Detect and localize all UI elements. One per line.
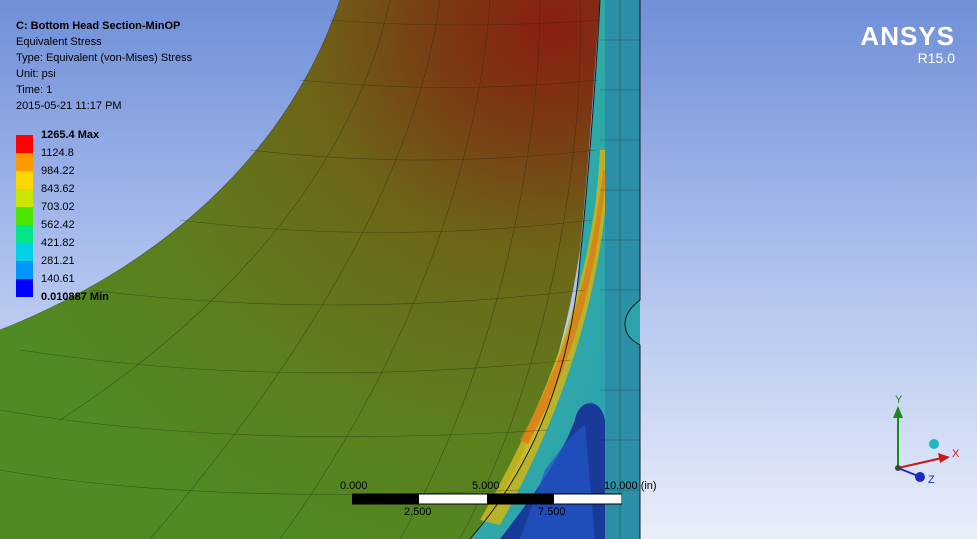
legend-swatch — [16, 207, 33, 225]
scale-ruler: 0.000 5.000 10.000 (in) 2.500 7.500 — [340, 480, 672, 520]
right-flange — [605, 0, 640, 539]
legend-value: 421.82 — [41, 237, 75, 249]
scale-label-0: 0.000 — [340, 480, 368, 492]
legend-swatch — [16, 243, 33, 261]
legend-swatch — [16, 189, 33, 207]
legend-value: 140.61 — [41, 273, 75, 285]
ansys-logo: ANSYS R15.0 — [860, 22, 955, 66]
legend-value: 843.62 — [41, 183, 75, 195]
result-info-block: C: Bottom Head Section-MinOP Equivalent … — [16, 18, 192, 114]
triad-graphic — [893, 406, 950, 482]
result-time: Time: 1 — [16, 84, 53, 96]
result-type: Type: Equivalent (von-Mises) Stress — [16, 52, 193, 64]
legend-value: 1124.8 — [41, 147, 74, 159]
legend-swatch — [16, 171, 33, 189]
legend-value: 984.22 — [41, 165, 75, 177]
legend-value: 703.02 — [41, 201, 75, 213]
result-quantity: Equivalent Stress — [16, 36, 102, 48]
brand-version: R15.0 — [917, 50, 955, 66]
legend-value: 281.21 — [41, 255, 75, 267]
scale-label-2-5: 2.500 — [404, 506, 432, 518]
scale-label-7-5: 7.500 — [538, 506, 566, 518]
legend-swatch — [16, 153, 33, 171]
legend-swatch — [16, 279, 33, 297]
result-date: 2015-05-21 11:17 PM — [16, 100, 122, 112]
axis-triad[interactable]: Y X Z — [884, 394, 964, 490]
legend-min-label: 0.010887 Min — [41, 291, 109, 303]
scale-bar — [352, 493, 622, 505]
scale-label-10: 10.000 (in) — [604, 480, 657, 492]
result-title: C: Bottom Head Section-MinOP — [16, 20, 181, 32]
triad-y-label: Y — [895, 394, 903, 406]
brand-name: ANSYS — [860, 21, 955, 51]
legend-max-label: 1265.4 Max — [41, 129, 100, 141]
legend-value: 562.42 — [41, 219, 75, 231]
triad-z-label: Z — [928, 474, 935, 486]
legend-swatch — [16, 261, 33, 279]
legend-swatch — [16, 225, 33, 243]
graphics-viewport[interactable]: C: Bottom Head Section-MinOP Equivalent … — [0, 0, 977, 539]
scale-label-5: 5.000 — [472, 480, 500, 492]
legend-swatch — [16, 135, 33, 153]
triad-x-label: X — [952, 448, 960, 460]
result-unit: Unit: psi — [16, 68, 56, 80]
